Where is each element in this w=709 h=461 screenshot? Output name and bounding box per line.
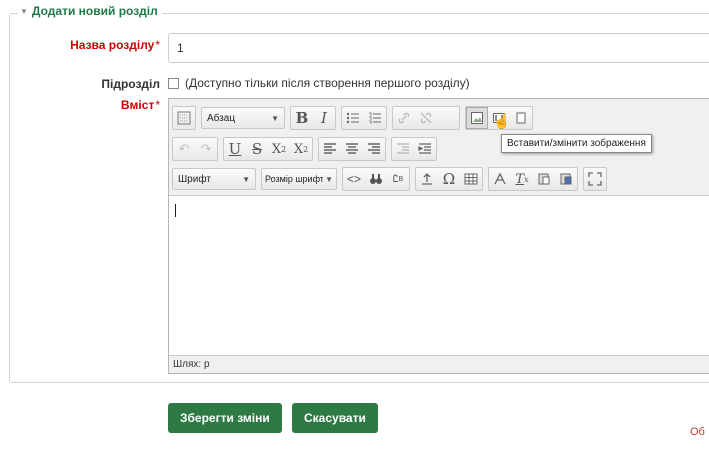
toolbar-group (392, 106, 460, 130)
truncated-edge-text: Об (690, 426, 705, 438)
toolbar-group: Tx (488, 167, 578, 191)
toolbar-group: ↶ ↷ (172, 137, 218, 161)
toolbar-group (391, 137, 437, 161)
toolbar-group (583, 167, 607, 191)
subsection-hint: (Доступно тільки після створення першого… (185, 76, 470, 90)
size-combo-text: Розмір шрифту (265, 174, 323, 184)
font-family-combo[interactable]: Шрифт ▼ (172, 168, 256, 190)
fieldset-legend[interactable]: ▼ Додати новий розділ (18, 4, 162, 18)
collapse-triangle-icon[interactable]: ▼ (20, 7, 28, 16)
dropdown-arrow-icon: ▼ (242, 174, 250, 184)
paste-text-icon[interactable] (533, 168, 555, 190)
toolbar-group (341, 106, 387, 130)
align-right-icon[interactable] (363, 138, 385, 160)
anchor-icon[interactable] (437, 107, 459, 129)
editor-content-area[interactable] (169, 196, 709, 354)
save-changes-button[interactable]: Зберегти зміни (168, 403, 282, 433)
toggle-toolbar-icon[interactable] (173, 107, 195, 129)
fullscreen-icon[interactable] (584, 168, 606, 190)
toolbar-row-2: ↶ ↷ U S X2 X2 (172, 137, 442, 161)
section-name-input[interactable] (168, 33, 709, 63)
insert-image-tooltip: Вставити/змінити зображення (501, 134, 652, 153)
section-name-label: Назва розділу* (62, 38, 160, 52)
toolbar-group: <> ᏝB (342, 167, 410, 191)
underline-icon[interactable]: U (224, 138, 246, 160)
toolbar-row-1: Абзац ▼ B I (172, 106, 538, 130)
accessibility-check-icon[interactable] (489, 168, 511, 190)
bullet-list-icon[interactable] (342, 107, 364, 129)
superscript-icon[interactable]: X2 (290, 138, 312, 160)
subsection-row: (Доступно тільки після створення першого… (168, 76, 470, 90)
paste-word-icon[interactable] (555, 168, 577, 190)
undo-icon[interactable]: ↶ (173, 138, 195, 160)
editor-toolbar: Абзац ▼ B I ↶ ↷ U S X 2 X 2 Шрифт ▼ Розм… (169, 99, 709, 196)
manage-files-icon[interactable] (510, 107, 532, 129)
bold-icon[interactable]: B (291, 107, 313, 129)
search-replace-icon[interactable] (365, 168, 387, 190)
insert-equation-icon[interactable] (416, 168, 438, 190)
content-label-text: Вміст (120, 98, 155, 112)
strikethrough-icon[interactable]: S (246, 138, 268, 160)
toolbar-group: B I (290, 106, 336, 130)
special-char-icon[interactable]: Ω (438, 168, 460, 190)
hand-cursor-icon: ☝ (493, 113, 511, 129)
toolbar-group (318, 137, 386, 161)
format-combo-text: Абзац (207, 112, 236, 124)
numbered-list-icon[interactable] (364, 107, 386, 129)
rich-text-editor: Абзац ▼ B I ↶ ↷ U S X 2 X 2 Шрифт ▼ Розм… (168, 98, 709, 374)
dropdown-arrow-icon: ▼ (271, 113, 279, 123)
toolbar-row-3: Шрифт ▼ Розмір шрифту ▼ <> ᏝB Ω T x (172, 167, 612, 191)
redo-icon[interactable]: ↷ (195, 138, 217, 160)
indent-icon[interactable] (414, 138, 436, 160)
italic-icon[interactable]: I (313, 107, 335, 129)
text-cursor (175, 204, 176, 217)
element-path[interactable]: Шлях: p (173, 359, 210, 370)
font-combo-text: Шрифт (178, 173, 211, 185)
toolbar-group: U S X2 X2 (223, 137, 313, 161)
content-label: Вміст* (62, 98, 160, 112)
align-left-icon[interactable] (319, 138, 341, 160)
required-star-icon: * (155, 98, 160, 112)
insert-image-icon[interactable] (466, 107, 488, 129)
editor-statusbar: Шлях: p (169, 355, 709, 373)
section-name-label-text: Назва розділу (70, 38, 155, 52)
outdent-icon[interactable] (392, 138, 414, 160)
subscript-icon[interactable]: X2 (268, 138, 290, 160)
required-star-icon: * (155, 38, 160, 52)
dropdown-arrow-icon: ▼ (325, 174, 333, 184)
table-icon[interactable] (460, 168, 482, 190)
font-size-combo[interactable]: Розмір шрифту ▼ (261, 168, 337, 190)
legend-text: Додати новий розділ (31, 4, 158, 18)
align-center-icon[interactable] (341, 138, 363, 160)
clear-formatting-icon[interactable]: Tx (511, 168, 533, 190)
subsection-label: Підрозділ (101, 77, 160, 91)
unlink-icon[interactable] (415, 107, 437, 129)
subsection-checkbox[interactable] (168, 77, 179, 89)
link-icon[interactable] (393, 107, 415, 129)
toolbar-group: Ω (415, 167, 483, 191)
source-code-icon[interactable]: <> (343, 168, 365, 190)
character-map-icon[interactable]: ᏝB (387, 168, 409, 190)
toolbar-group (172, 106, 196, 130)
cancel-button[interactable]: Скасувати (292, 403, 378, 433)
format-combo[interactable]: Абзац ▼ (201, 107, 285, 129)
